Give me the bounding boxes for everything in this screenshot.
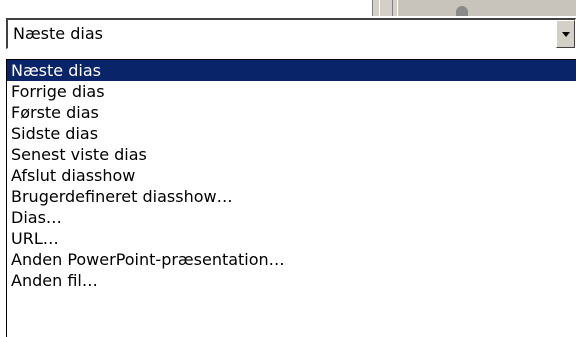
- list-item-brugerdefineret-diasshow[interactable]: Brugerdefineret diasshow…: [7, 186, 576, 207]
- action-combobox[interactable]: Næste dias: [6, 18, 576, 49]
- slider-thumb-icon: [456, 6, 468, 16]
- list-item-anden-powerpoint[interactable]: Anden PowerPoint-præsentation…: [7, 249, 576, 270]
- list-item-forste-dias[interactable]: Første dias: [7, 102, 576, 123]
- dialog-chrome-fragment: [372, 0, 576, 16]
- list-item-dias[interactable]: Dias…: [7, 207, 576, 228]
- dropdown-button[interactable]: [556, 20, 575, 48]
- combobox-value: Næste dias: [13, 24, 103, 43]
- list-item-senest-viste-dias[interactable]: Senest viste dias: [7, 144, 576, 165]
- toolbar-segment: [379, 0, 393, 16]
- list-item-anden-fil[interactable]: Anden fil…: [7, 270, 576, 291]
- toolbar-segment: [397, 0, 576, 16]
- list-item-url[interactable]: URL…: [7, 228, 576, 249]
- list-item-naeste-dias[interactable]: Næste dias: [7, 60, 576, 81]
- screen: Næste dias Næste dias Forrige dias Først…: [0, 0, 576, 337]
- list-item-afslut-diasshow[interactable]: Afslut diasshow: [7, 165, 576, 186]
- list-item-forrige-dias[interactable]: Forrige dias: [7, 81, 576, 102]
- list-item-sidste-dias[interactable]: Sidste dias: [7, 123, 576, 144]
- dropdown-list[interactable]: Næste dias Forrige dias Første dias Sids…: [6, 59, 576, 337]
- chevron-down-icon: [562, 32, 570, 37]
